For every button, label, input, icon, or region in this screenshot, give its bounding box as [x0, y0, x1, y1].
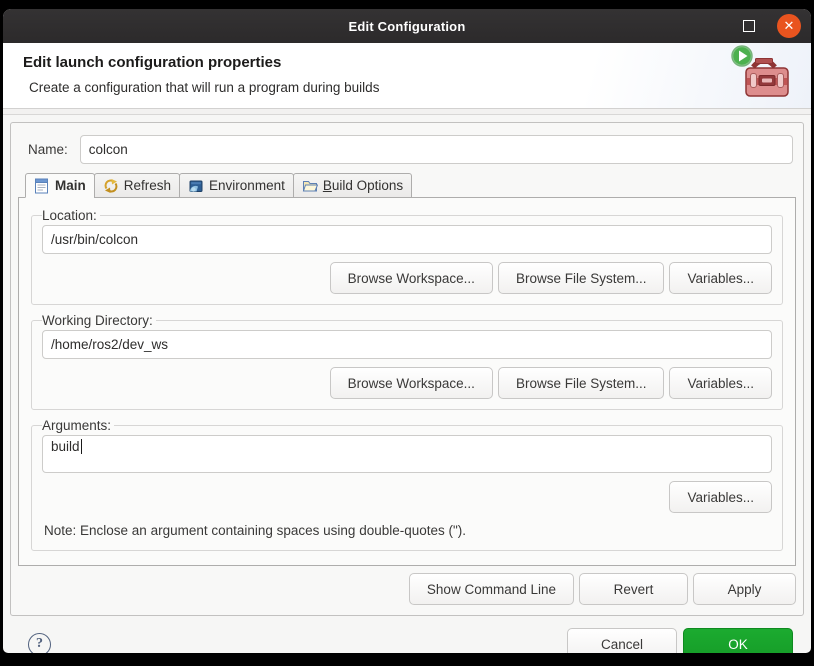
- working-directory-buttons: Browse Workspace... Browse File System..…: [42, 367, 772, 399]
- arguments-note: Note: Enclose an argument containing spa…: [44, 523, 770, 538]
- browse-workspace-button-location[interactable]: Browse Workspace...: [330, 262, 493, 294]
- tab-bar: Main Refresh: [25, 173, 796, 198]
- working-directory-input[interactable]: [42, 330, 772, 359]
- text-cursor: [81, 439, 83, 454]
- arguments-input[interactable]: build: [42, 435, 772, 473]
- browse-workspace-button-workdir[interactable]: Browse Workspace...: [330, 367, 493, 399]
- location-group: Location: Browse Workspace... Browse Fil…: [31, 208, 783, 305]
- browse-filesystem-button-workdir[interactable]: Browse File System...: [498, 367, 665, 399]
- tab-environment[interactable]: Environment: [179, 173, 294, 198]
- ok-button[interactable]: OK: [683, 628, 793, 654]
- tab-build-options-label: Build Options: [323, 178, 403, 193]
- help-button[interactable]: ?: [28, 633, 51, 654]
- name-input[interactable]: [80, 135, 793, 164]
- variables-button-location[interactable]: Variables...: [669, 262, 772, 294]
- dialog-body: Name: Main: [3, 115, 811, 653]
- configuration-group: Name: Main: [10, 122, 804, 616]
- environment-icon: [188, 178, 204, 194]
- tab-refresh[interactable]: Refresh: [94, 173, 180, 198]
- apply-button[interactable]: Apply: [693, 573, 796, 605]
- edit-configuration-dialog: Edit Configuration ✕ Edit launch configu…: [3, 9, 811, 653]
- maximize-button[interactable]: [743, 20, 755, 32]
- refresh-icon: [103, 178, 119, 194]
- variables-button-arguments[interactable]: Variables...: [669, 481, 772, 513]
- arguments-buttons: Variables...: [42, 481, 772, 513]
- working-directory-group: Working Directory: Browse Workspace... B…: [31, 313, 783, 410]
- header-subtitle: Create a configuration that will run a p…: [29, 80, 791, 95]
- window-controls: ✕: [743, 9, 801, 43]
- location-buttons: Browse Workspace... Browse File System..…: [42, 262, 772, 294]
- tab-environment-label: Environment: [209, 178, 285, 193]
- header-title: Edit launch configuration properties: [23, 54, 791, 71]
- arguments-legend: Arguments:: [42, 418, 114, 433]
- window-title: Edit Configuration: [349, 19, 466, 34]
- location-input[interactable]: [42, 225, 772, 254]
- panel-actions: Show Command Line Revert Apply: [18, 566, 796, 608]
- variables-button-workdir[interactable]: Variables...: [669, 367, 772, 399]
- tab-main-label: Main: [55, 178, 86, 193]
- dialog-footer: ? Cancel OK: [10, 616, 804, 653]
- working-directory-legend: Working Directory:: [42, 313, 156, 328]
- open-folder-icon: [302, 178, 318, 194]
- tab-build-options[interactable]: Build Options: [293, 173, 412, 198]
- name-label: Name:: [28, 142, 68, 157]
- tab-refresh-label: Refresh: [124, 178, 171, 193]
- arguments-group: Arguments: build Variables... Note: Encl…: [31, 418, 783, 551]
- location-legend: Location:: [42, 208, 100, 223]
- dialog-header: Edit launch configuration properties Cre…: [3, 43, 811, 109]
- close-button[interactable]: ✕: [777, 14, 801, 38]
- external-tools-toolbox-icon: [729, 45, 795, 112]
- name-row: Name:: [28, 135, 793, 164]
- titlebar: Edit Configuration ✕: [3, 9, 811, 43]
- revert-button[interactable]: Revert: [579, 573, 688, 605]
- show-command-line-button[interactable]: Show Command Line: [409, 573, 574, 605]
- tab-main[interactable]: Main: [25, 173, 95, 198]
- cancel-button[interactable]: Cancel: [567, 628, 677, 654]
- browse-filesystem-button-location[interactable]: Browse File System...: [498, 262, 665, 294]
- main-tab-panel: Location: Browse Workspace... Browse Fil…: [18, 197, 796, 566]
- document-icon: [34, 178, 50, 194]
